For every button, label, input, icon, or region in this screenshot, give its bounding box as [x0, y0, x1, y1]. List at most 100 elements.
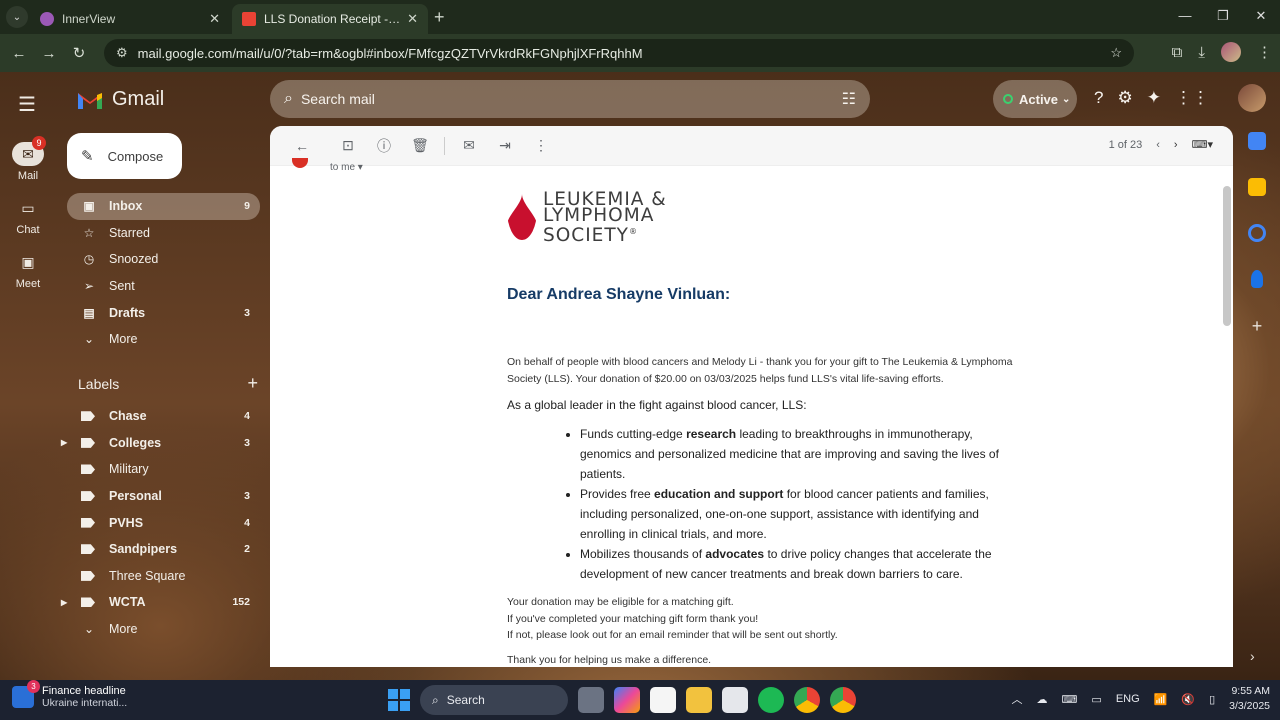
calendar-icon[interactable] — [1248, 132, 1266, 150]
gmail-logo[interactable]: Gmail — [76, 88, 164, 111]
chrome-active-icon[interactable] — [830, 687, 856, 713]
add-addon-icon[interactable]: + — [1240, 316, 1274, 337]
label-pvhs[interactable]: PVHS 4 — [67, 509, 260, 536]
labels-more[interactable]: ⌄ More — [67, 616, 260, 643]
close-window-icon[interactable]: ✕ — [1242, 0, 1280, 34]
keep-icon[interactable] — [1248, 178, 1266, 196]
mark-unread-icon[interactable]: ✉ — [451, 137, 487, 154]
tab-innerview[interactable]: InnerView ✕ — [30, 4, 230, 34]
message-pane: ← ⊡ ⓘ 🗑 ✉ ⇥ ⋮ 1 of 23 ‹ › ⌨▾ to me ▾ LEU… — [270, 126, 1233, 667]
forward-icon[interactable]: → — [34, 45, 64, 62]
menu-kebab-icon[interactable]: ⋮ — [1257, 43, 1272, 61]
extensions-icon[interactable]: ⧉ — [1172, 44, 1183, 61]
settings-gear-icon[interactable]: ⚙ — [1117, 88, 1132, 108]
minimize-icon[interactable]: — — [1166, 0, 1204, 34]
account-avatar[interactable] — [1238, 84, 1266, 112]
language-indicator[interactable]: ENG — [1116, 693, 1140, 705]
calendar-app-icon[interactable] — [722, 687, 748, 713]
label-sandpipers[interactable]: Sandpipers 2 — [67, 536, 260, 563]
address-bar[interactable]: ⚙ mail.google.com/mail/u/0/?tab=rm&ogbl#… — [104, 39, 1134, 67]
status-indicator[interactable]: Active ⌄ — [993, 80, 1077, 118]
close-icon[interactable]: ✕ — [209, 11, 220, 27]
compose-button[interactable]: ✎ Compose — [67, 133, 182, 179]
download-icon[interactable]: ⤓ — [1198, 44, 1205, 61]
news-widget[interactable]: 3 Finance headline Ukraine internati... — [12, 680, 127, 709]
list-item: Mobilizes thousands of advocates to driv… — [580, 544, 1010, 584]
chrome-icon[interactable] — [794, 687, 820, 713]
label-name: WCTA — [109, 595, 146, 610]
sender-avatar[interactable] — [292, 158, 308, 168]
close-icon[interactable]: ✕ — [407, 11, 418, 27]
label-colleges[interactable]: ▶ Colleges 3 — [61, 430, 260, 457]
contacts-icon[interactable] — [1251, 270, 1263, 288]
scrollbar[interactable] — [1223, 186, 1231, 326]
search-icon[interactable]: ⌕ — [284, 90, 293, 108]
wifi-icon[interactable]: 📶 — [1154, 693, 1168, 706]
label-personal[interactable]: Personal 3 — [67, 483, 260, 510]
back-icon[interactable]: ← — [4, 45, 34, 62]
nav-more[interactable]: ⌄ More — [67, 326, 260, 353]
onedrive-icon[interactable]: ☁ — [1037, 693, 1048, 706]
profile-avatar[interactable] — [1221, 42, 1241, 62]
intro-paragraph: On behalf of people with blood cancers a… — [507, 356, 1013, 386]
report-spam-icon[interactable]: ⓘ — [366, 136, 402, 156]
nav-starred[interactable]: ☆ Starred — [67, 220, 260, 247]
search-options-icon[interactable]: ☷ — [842, 89, 856, 109]
add-label-icon[interactable]: + — [247, 374, 258, 392]
keyboard-icon[interactable]: ⌨ — [1062, 693, 1078, 706]
main-menu-icon[interactable]: ☰ — [18, 92, 36, 117]
tab-search-button[interactable]: ⌄ — [6, 6, 28, 28]
reload-icon[interactable]: ↻ — [64, 44, 94, 62]
gemini-sparkle-icon[interactable]: ✦ — [1147, 88, 1161, 108]
rail-mail[interactable]: ✉ 9 Mail — [0, 136, 56, 182]
bookmark-star-icon[interactable]: ☆ — [1110, 45, 1122, 61]
start-windows-icon[interactable] — [388, 689, 410, 711]
volume-muted-icon[interactable]: 🔇 — [1181, 693, 1195, 706]
show-side-panel-icon[interactable]: › — [1250, 648, 1255, 664]
archive-icon[interactable]: ⊡ — [330, 137, 366, 154]
apps-grid-icon[interactable]: ⋮⋮ — [1175, 88, 1209, 108]
battery-icon[interactable]: ▯ — [1209, 693, 1215, 706]
notion-icon[interactable] — [650, 687, 676, 713]
task-view-icon[interactable] — [578, 687, 604, 713]
clock[interactable]: 9:55 AM 3/3/2025 — [1229, 684, 1270, 714]
search-input[interactable]: Search mail — [301, 91, 375, 107]
file-explorer-icon[interactable] — [686, 687, 712, 713]
nav-snoozed[interactable]: ◷ Snoozed — [67, 246, 260, 273]
nav-inbox[interactable]: ▣ Inbox 9 — [67, 193, 260, 220]
expand-caret-icon[interactable]: ▶ — [61, 438, 67, 447]
tab-lls-receipt[interactable]: LLS Donation Receipt - andrea.s ✕ — [232, 4, 428, 34]
news-title: Finance headline — [42, 685, 126, 697]
label-chase[interactable]: Chase 4 — [67, 403, 260, 430]
chevron-up-icon[interactable]: ︿ — [1012, 691, 1023, 707]
back-to-inbox-icon[interactable]: ← — [284, 138, 320, 154]
label-military[interactable]: Military — [67, 456, 260, 483]
label-wcta[interactable]: ▶ WCTA 152 — [61, 589, 260, 616]
tasks-icon[interactable] — [1248, 224, 1266, 242]
search-bar[interactable]: ⌕ Search mail ☷ — [270, 80, 870, 118]
more-options-icon[interactable]: ⋮ — [523, 137, 559, 154]
copilot-icon[interactable] — [614, 687, 640, 713]
move-to-icon[interactable]: ⇥ — [487, 137, 523, 154]
recipient-line[interactable]: to me ▾ — [330, 162, 363, 173]
expand-caret-icon[interactable]: ▶ — [61, 598, 67, 607]
rail-meet[interactable]: ▣ Meet — [0, 250, 56, 290]
label-icon — [81, 411, 95, 422]
rail-chat[interactable]: ▭ Chat — [0, 196, 56, 236]
delete-icon[interactable]: 🗑 — [402, 137, 438, 154]
input-tools-icon[interactable]: ⌨▾ — [1192, 138, 1213, 151]
prev-message-icon[interactable]: ‹ — [1156, 139, 1160, 151]
new-tab-icon[interactable]: + — [434, 7, 445, 28]
maximize-icon[interactable]: ❐ — [1204, 0, 1242, 34]
nav-sent[interactable]: ➢ Sent — [67, 273, 260, 300]
site-info-icon[interactable]: ⚙ — [116, 45, 128, 61]
spotify-icon[interactable] — [758, 687, 784, 713]
nav-label: Inbox — [109, 199, 143, 214]
next-message-icon[interactable]: › — [1174, 139, 1178, 151]
help-icon[interactable]: ? — [1094, 88, 1103, 108]
taskbar-search[interactable]: ⌕ Search — [420, 685, 568, 715]
nav-drafts[interactable]: ▤ Drafts 3 — [67, 299, 260, 326]
label-three-square[interactable]: Three Square — [67, 563, 260, 590]
list-item: Funds cutting-edge research leading to b… — [580, 424, 1010, 484]
display-icon[interactable]: ▭ — [1091, 693, 1101, 706]
